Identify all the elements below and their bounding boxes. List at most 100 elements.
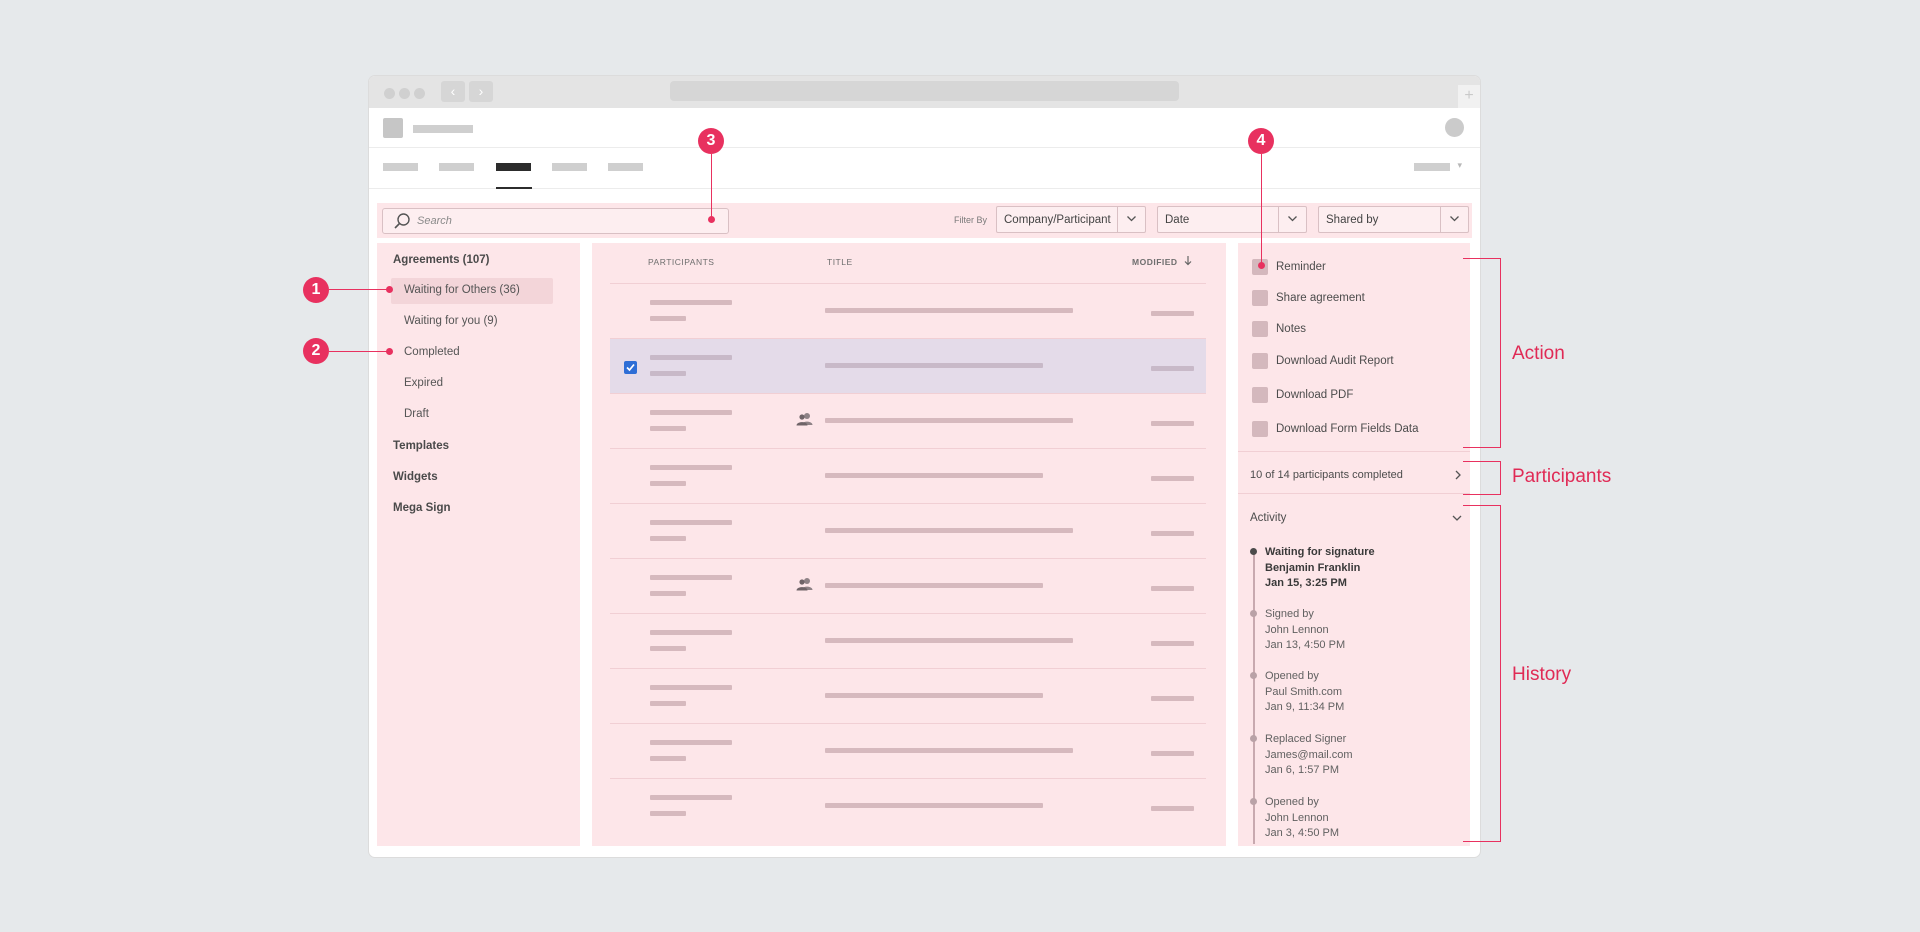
callout-line: [329, 289, 388, 290]
text-placeholder: [1151, 531, 1194, 536]
tab-placeholder[interactable]: [552, 163, 587, 171]
select-value: Shared by: [1326, 214, 1379, 226]
callout-marker: 4: [1248, 128, 1274, 154]
history-label: History: [1512, 664, 1572, 685]
back-button[interactable]: ‹: [441, 81, 465, 102]
text-placeholder: [825, 583, 1043, 588]
text-placeholder: [650, 575, 732, 580]
action-item[interactable]: Notes: [1238, 317, 1470, 343]
text-placeholder: [650, 795, 732, 800]
action-item[interactable]: Share agreement: [1238, 286, 1470, 312]
text-placeholder: [650, 591, 686, 596]
action-item[interactable]: Download Form Fields Data: [1238, 417, 1470, 443]
chevron-down-icon[interactable]: ▾: [1457, 160, 1462, 171]
action-bracket: [1463, 258, 1501, 448]
chevron-down-icon[interactable]: [1440, 207, 1468, 232]
new-tab-button[interactable]: +: [1458, 85, 1480, 108]
divider: [1238, 493, 1470, 494]
table-row[interactable]: [610, 503, 1206, 558]
text-placeholder: [650, 740, 732, 745]
text-placeholder: [825, 473, 1043, 478]
tab-placeholder[interactable]: [383, 163, 418, 171]
table-row[interactable]: [610, 668, 1206, 723]
divider: [1238, 451, 1470, 452]
text-placeholder: [650, 371, 686, 376]
table-row[interactable]: [610, 778, 1206, 833]
sidebar-item-expired[interactable]: Expired: [377, 371, 552, 397]
text-placeholder: [825, 638, 1073, 643]
table-row[interactable]: [610, 448, 1206, 503]
arrow-down-icon[interactable]: [1184, 256, 1192, 266]
address-bar[interactable]: [670, 81, 1179, 101]
history-line: Jan 15, 3:25 PM: [1265, 577, 1347, 589]
user-menu[interactable]: [1414, 163, 1450, 171]
text-placeholder: [650, 465, 732, 470]
chevron-down-icon[interactable]: [1278, 207, 1306, 232]
avatar[interactable]: [1445, 118, 1464, 137]
sidebar-item-label: Expired: [404, 377, 443, 389]
timeline-dot: [1250, 672, 1257, 679]
agreements-list: PARTICIPANTS TITLE MODIFIED: [592, 243, 1226, 846]
action-item[interactable]: Download Audit Report: [1238, 349, 1470, 375]
sidebar-item-label: Waiting for you (9): [404, 315, 498, 327]
column-header-title[interactable]: TITLE: [827, 257, 853, 267]
action-item[interactable]: Reminder: [1238, 255, 1470, 281]
table-row[interactable]: [610, 613, 1206, 668]
chevron-down-icon[interactable]: [1117, 207, 1145, 232]
table-row[interactable]: [610, 558, 1206, 613]
column-header-participants[interactable]: PARTICIPANTS: [648, 257, 714, 267]
sidebar-item-waiting-for-you[interactable]: Waiting for you (9): [377, 309, 552, 335]
chevron-right-icon[interactable]: [1455, 470, 1462, 480]
table-row[interactable]: [610, 723, 1206, 778]
action-icon: [1252, 290, 1268, 306]
text-placeholder: [1151, 806, 1194, 811]
tab-active[interactable]: [496, 163, 531, 171]
activity-title: Activity: [1250, 512, 1287, 524]
browser-window: ‹ › + ▾ Search Filter By Company/Partici…: [369, 76, 1480, 857]
sidebar-item-label: Widgets: [393, 471, 438, 483]
sidebar-item-waiting-for-others[interactable]: Waiting for Others (36): [391, 278, 553, 304]
active-tab-indicator: [496, 187, 532, 189]
callout-line: [711, 154, 712, 217]
history-line: Jan 13, 4:50 PM: [1265, 639, 1346, 651]
group-icon: [796, 412, 813, 426]
sidebar-item-label: Templates: [393, 440, 450, 452]
sidebar-item-agreements[interactable]: Agreements (107): [377, 248, 552, 274]
select-value: Company/Participant: [1004, 214, 1111, 226]
date-select[interactable]: Date: [1157, 206, 1307, 233]
history-event: Signed by John Lennon Jan 13, 4:50 PM: [1265, 607, 1345, 654]
window-dot-icon[interactable]: [414, 88, 425, 99]
search-input[interactable]: Search: [382, 208, 729, 234]
callout-line: [329, 351, 388, 352]
history-event: Waiting for signature Benjamin Franklin Ja…: [1265, 545, 1375, 592]
forward-button[interactable]: ›: [469, 81, 493, 102]
tab-placeholder[interactable]: [608, 163, 643, 171]
text-placeholder: [650, 355, 732, 360]
sidebar-item-templates[interactable]: Templates: [377, 434, 552, 460]
sidebar-item-draft[interactable]: Draft: [377, 402, 552, 428]
column-header-modified[interactable]: MODIFIED: [1132, 257, 1178, 267]
action-item[interactable]: Download PDF: [1238, 383, 1470, 409]
search-icon: [394, 213, 410, 229]
filter-by-label: Filter By: [954, 215, 988, 225]
window-dot-icon[interactable]: [384, 88, 395, 99]
participants-bracket: [1463, 461, 1501, 495]
table-row[interactable]: [610, 283, 1206, 338]
row-checkbox[interactable]: [624, 361, 637, 374]
window-dot-icon[interactable]: [399, 88, 410, 99]
text-placeholder: [1151, 421, 1194, 426]
sidebar-item-completed[interactable]: Completed: [377, 340, 552, 366]
text-placeholder: [825, 693, 1043, 698]
filter-bar: Search Filter By Company/Participant Dat…: [377, 203, 1472, 238]
table-row[interactable]: [610, 393, 1206, 448]
company-participant-select[interactable]: Company/Participant: [996, 206, 1146, 233]
chevron-down-icon[interactable]: [1452, 515, 1462, 522]
tab-placeholder[interactable]: [439, 163, 474, 171]
table-row[interactable]: [610, 338, 1206, 393]
text-placeholder: [650, 520, 732, 525]
sidebar-item-widgets[interactable]: Widgets: [377, 465, 552, 491]
callout-dot: [386, 286, 393, 293]
history-line: Waiting for signature: [1265, 546, 1375, 558]
sidebar-item-mega-sign[interactable]: Mega Sign: [377, 496, 552, 522]
shared-by-select[interactable]: Shared by: [1318, 206, 1469, 233]
